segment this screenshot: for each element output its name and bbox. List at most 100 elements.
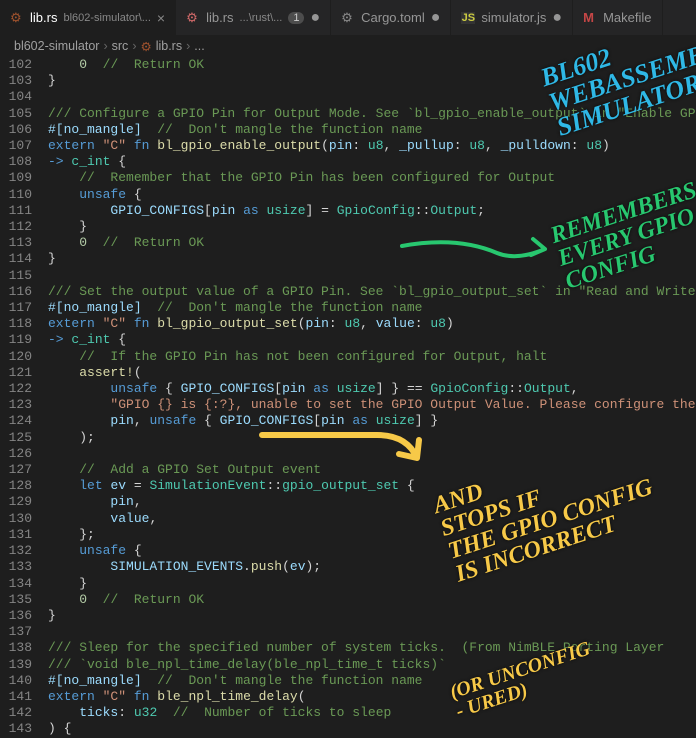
code-line[interactable]: } [48, 251, 696, 267]
breadcrumb-part[interactable]: src [112, 39, 129, 53]
line-number: 139 [0, 657, 32, 673]
line-number: 111 [0, 203, 32, 219]
makefile-icon: M [583, 10, 597, 25]
code-line[interactable] [48, 89, 696, 105]
close-icon[interactable]: × [157, 11, 165, 25]
line-number: 120 [0, 349, 32, 365]
breadcrumb-part[interactable]: bl602-simulator [14, 39, 99, 53]
line-number: 129 [0, 494, 32, 510]
code-line[interactable]: // Add a GPIO Set Output event [48, 462, 696, 478]
code-line[interactable]: extern "C" fn bl_gpio_output_set(pin: u8… [48, 316, 696, 332]
line-number: 114 [0, 251, 32, 267]
code-line[interactable]: assert!( [48, 365, 696, 381]
code-line[interactable]: -> c_int { [48, 154, 696, 170]
breadcrumb[interactable]: bl602-simulator › src › ⚙ lib.rs › ... [0, 35, 696, 57]
problems-badge: 1 [288, 12, 304, 24]
line-number: 138 [0, 640, 32, 656]
line-number: 103 [0, 73, 32, 89]
code-line[interactable]: pin, unsafe { GPIO_CONFIGS[pin as usize]… [48, 413, 696, 429]
code-line[interactable]: GPIO_CONFIGS[pin as usize] = GpioConfig:… [48, 203, 696, 219]
line-number: 117 [0, 300, 32, 316]
code-line[interactable]: unsafe { [48, 543, 696, 559]
code-line[interactable]: /// Sleep for the specified number of sy… [48, 640, 696, 656]
code-line[interactable]: // Remember that the GPIO Pin has been c… [48, 170, 696, 186]
line-number: 102 [0, 57, 32, 73]
code-line[interactable]: 0 // Return OK [48, 57, 696, 73]
code-line[interactable] [48, 268, 696, 284]
line-number: 122 [0, 381, 32, 397]
line-number: 118 [0, 316, 32, 332]
line-number: 141 [0, 689, 32, 705]
code-editor[interactable]: 1021031041051061071081091101111121131141… [0, 57, 696, 738]
code-line[interactable]: }; [48, 527, 696, 543]
rust-icon: ⚙ [140, 39, 151, 54]
code-line[interactable]: #[no_mangle] // Don't mangle the functio… [48, 300, 696, 316]
tab-lib-rs-simulator[interactable]: ⚙ lib.rs bl602-simulator\... × [0, 0, 176, 35]
line-number: 125 [0, 430, 32, 446]
line-number: 128 [0, 478, 32, 494]
line-number-gutter: 1021031041051061071081091101111121131141… [0, 57, 48, 738]
code-line[interactable]: } [48, 73, 696, 89]
line-number: 136 [0, 608, 32, 624]
tab-label: Cargo.toml [361, 10, 425, 25]
tab-lib-rs-rust[interactable]: ⚙ lib.rs ...\rust\... 1 ● [176, 0, 331, 35]
line-number: 112 [0, 219, 32, 235]
line-number: 140 [0, 673, 32, 689]
code-line[interactable]: SIMULATION_EVENTS.push(ev); [48, 559, 696, 575]
line-number: 108 [0, 154, 32, 170]
code-line[interactable]: extern "C" fn ble_npl_time_delay( [48, 689, 696, 705]
line-number: 130 [0, 511, 32, 527]
modified-dot-icon: ● [310, 10, 320, 26]
code-line[interactable]: // If the GPIO Pin has not been configur… [48, 349, 696, 365]
tab-sublabel: ...\rust\... [240, 12, 283, 24]
code-line[interactable]: } [48, 219, 696, 235]
line-number: 106 [0, 122, 32, 138]
code-line[interactable]: extern "C" fn bl_gpio_enable_output(pin:… [48, 138, 696, 154]
tab-makefile[interactable]: M Makefile [573, 0, 662, 35]
code-line[interactable]: /// `void ble_npl_time_delay(ble_npl_tim… [48, 657, 696, 673]
line-number: 131 [0, 527, 32, 543]
code-line[interactable]: ); [48, 430, 696, 446]
chevron-right-icon: › [186, 39, 190, 53]
code-line[interactable]: value, [48, 511, 696, 527]
line-number: 110 [0, 187, 32, 203]
code-line[interactable]: } [48, 576, 696, 592]
line-number: 116 [0, 284, 32, 300]
code-line[interactable]: /// Set the output value of a GPIO Pin. … [48, 284, 696, 300]
code-line[interactable]: -> c_int { [48, 332, 696, 348]
code-line[interactable]: /// Configure a GPIO Pin for Output Mode… [48, 106, 696, 122]
code-line[interactable]: 0 // Return OK [48, 592, 696, 608]
line-number: 142 [0, 705, 32, 721]
tab-simulator-js[interactable]: JS simulator.js ● [451, 0, 573, 35]
line-number: 115 [0, 268, 32, 284]
breadcrumb-part[interactable]: ... [194, 39, 204, 53]
code-line[interactable]: unsafe { [48, 187, 696, 203]
code-line[interactable]: "GPIO {} is {:?}, unable to set the GPIO… [48, 397, 696, 413]
code-line[interactable]: } [48, 608, 696, 624]
code-line[interactable]: #[no_mangle] // Don't mangle the functio… [48, 122, 696, 138]
chevron-right-icon: › [103, 39, 107, 53]
code-line[interactable]: let ev = SimulationEvent::gpio_output_se… [48, 478, 696, 494]
code-line[interactable]: pin, [48, 494, 696, 510]
code-line[interactable]: 0 // Return OK [48, 235, 696, 251]
code-line[interactable]: #[no_mangle] // Don't mangle the functio… [48, 673, 696, 689]
line-number: 132 [0, 543, 32, 559]
line-number: 123 [0, 397, 32, 413]
code-line[interactable]: ticks: u32 // Number of ticks to sleep [48, 705, 696, 721]
line-number: 135 [0, 592, 32, 608]
tab-cargo-toml[interactable]: ⚙ Cargo.toml ● [331, 0, 451, 35]
line-number: 121 [0, 365, 32, 381]
code-content[interactable]: 0 // Return OK} /// Configure a GPIO Pin… [48, 57, 696, 738]
breadcrumb-part[interactable]: lib.rs [156, 39, 182, 53]
code-line[interactable] [48, 624, 696, 640]
chevron-right-icon: › [132, 39, 136, 53]
rust-icon: ⚙ [10, 10, 24, 26]
line-number: 107 [0, 138, 32, 154]
line-number: 104 [0, 89, 32, 105]
modified-dot-icon: ● [431, 10, 441, 26]
code-line[interactable]: unsafe { GPIO_CONFIGS[pin as usize] } ==… [48, 381, 696, 397]
line-number: 127 [0, 462, 32, 478]
line-number: 133 [0, 559, 32, 575]
code-line[interactable] [48, 446, 696, 462]
tab-label: lib.rs [206, 10, 233, 25]
